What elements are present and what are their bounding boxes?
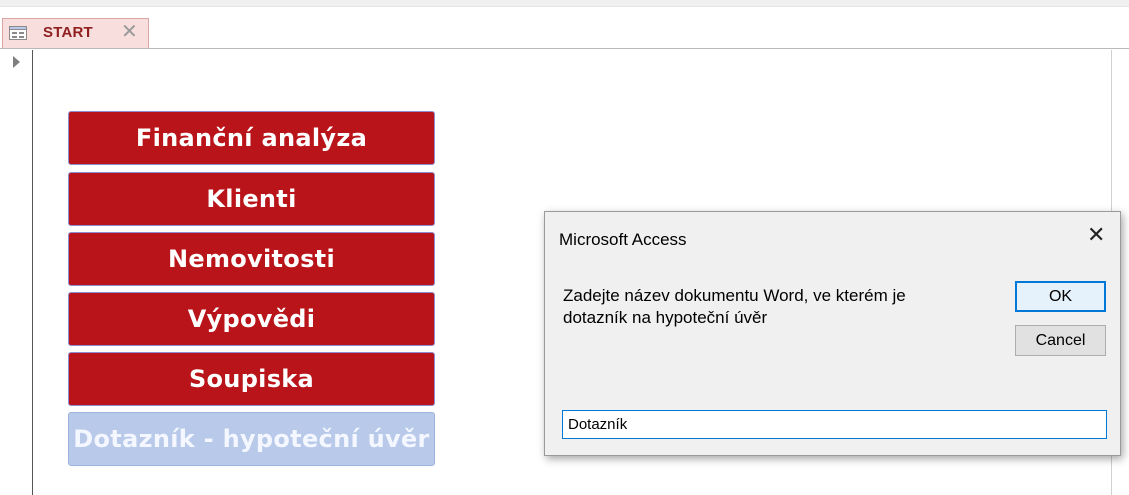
form-icon: [9, 26, 27, 40]
dialog-title: Microsoft Access: [559, 230, 687, 249]
dialog-message-line: dotazník na hypoteční úvěr: [563, 308, 768, 327]
input-dialog: Microsoft Access ✕ Zadejte název dokumen…: [544, 211, 1121, 456]
dialog-message: Zadejte název dokumentu Word, ve kterém …: [563, 285, 983, 329]
nemovitosti-button[interactable]: Nemovitosti: [68, 232, 435, 286]
document-name-input[interactable]: [562, 410, 1107, 439]
document-tab-bar: START ✕: [0, 18, 1129, 49]
ok-button[interactable]: OK: [1015, 281, 1106, 312]
tab-start[interactable]: START ✕: [2, 18, 149, 48]
klienti-button[interactable]: Klienti: [68, 172, 435, 226]
close-icon[interactable]: ✕: [1087, 224, 1105, 246]
soupiska-button[interactable]: Soupiska: [68, 352, 435, 406]
financni-analyza-button[interactable]: Finanční analýza: [68, 111, 435, 165]
record-selector-arrow-icon: [13, 56, 20, 68]
dotaznik-hypotecni-uver-button[interactable]: Dotazník - hypoteční úvěr: [68, 412, 435, 466]
tab-label: START: [43, 24, 93, 41]
form-left-border: [32, 50, 33, 495]
window-top-edge: [0, 0, 1129, 7]
cancel-button[interactable]: Cancel: [1015, 325, 1106, 356]
dialog-message-line: Zadejte název dokumentu Word, ve kterém …: [563, 286, 906, 305]
close-icon[interactable]: ✕: [121, 22, 138, 42]
vypovedi-button[interactable]: Výpovědi: [68, 292, 435, 346]
